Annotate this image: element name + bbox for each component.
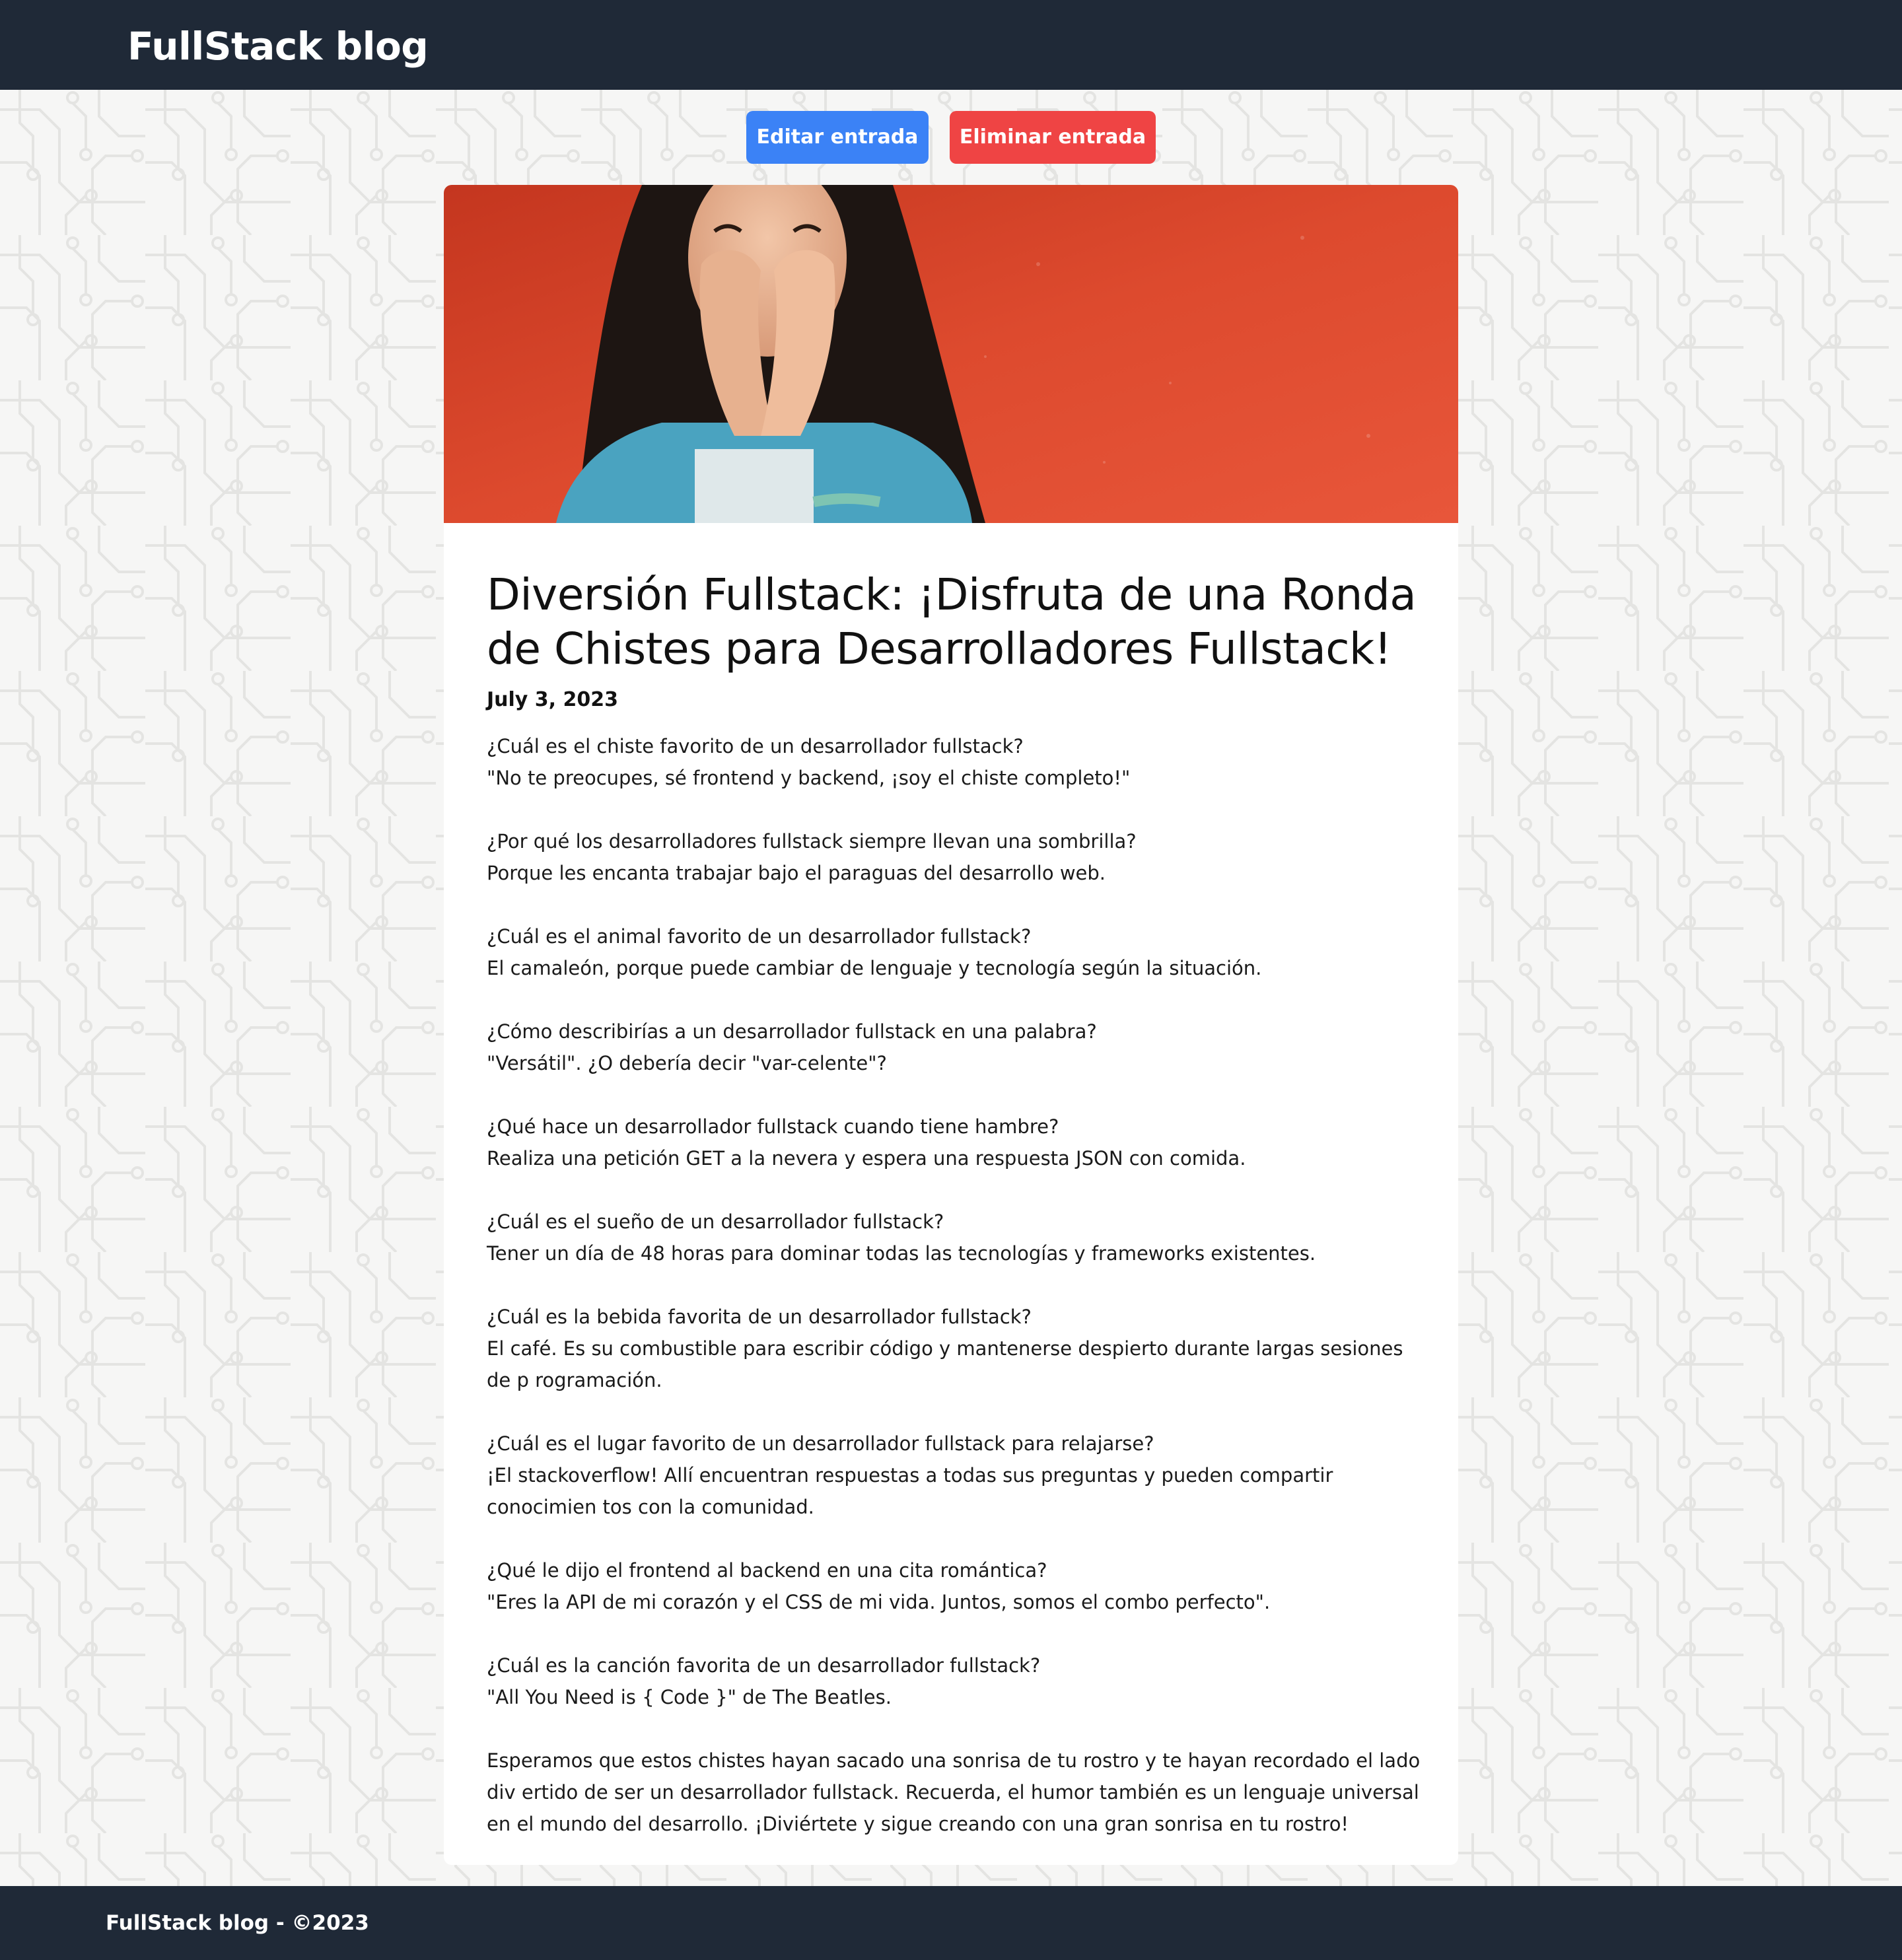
joke-item: ¿Cómo describirías a un desarrollador fu… <box>487 1016 1425 1079</box>
joke-answer: "No te preocupes, sé frontend y backend,… <box>487 767 1131 789</box>
joke-answer: "Versátil". ¿O debería decir "var-celent… <box>487 1052 887 1074</box>
post-actions: Editar entrada Eliminar entrada <box>0 111 1902 164</box>
joke-question: ¿Cuál es el chiste favorito de un desarr… <box>487 735 1024 757</box>
joke-answer: Tener un día de 48 horas para dominar to… <box>487 1242 1316 1265</box>
post-outro: Esperamos que estos chistes hayan sacado… <box>487 1749 1421 1835</box>
joke-answer: Porque les encanta trabajar bajo el para… <box>487 862 1106 884</box>
joke-item: ¿Cuál es la bebida favorita de un desarr… <box>487 1301 1425 1396</box>
top-navbar: FullStack blog <box>0 0 1902 90</box>
site-footer: FullStack blog - ©2023 <box>0 1886 1902 1960</box>
joke-question: ¿Cuál es el lugar favorito de un desarro… <box>487 1432 1154 1455</box>
post-body: ¿Cuál es el chiste favorito de un desarr… <box>487 730 1425 1840</box>
joke-question: ¿Qué le dijo el frontend al backend en u… <box>487 1559 1047 1582</box>
joke-item: ¿Cuál es el chiste favorito de un desarr… <box>487 730 1425 794</box>
joke-answer: "All You Need is { Code }" de The Beatle… <box>487 1686 892 1708</box>
joke-answer: Realiza una petición GET a la nevera y e… <box>487 1147 1246 1170</box>
site-brand-link[interactable]: FullStack blog <box>127 20 429 73</box>
joke-question: ¿Cómo describirías a un desarrollador fu… <box>487 1020 1097 1043</box>
post-title: Diversión Fullstack: ¡Disfruta de una Ro… <box>487 569 1417 674</box>
joke-question: ¿Cuál es el sueño de un desarrollador fu… <box>487 1210 944 1233</box>
post-date: July 3, 2023 <box>487 688 619 711</box>
joke-question: ¿Cuál es el animal favorito de un desarr… <box>487 925 1032 948</box>
joke-question: ¿Cuál es la bebida favorita de un desarr… <box>487 1306 1032 1328</box>
joke-answer: El camaleón, porque puede cambiar de len… <box>487 957 1262 979</box>
joke-item: ¿Cuál es el lugar favorito de un desarro… <box>487 1428 1425 1523</box>
edit-post-button[interactable]: Editar entrada <box>746 111 929 164</box>
joke-item: ¿Cuál es la canción favorita de un desar… <box>487 1650 1425 1713</box>
joke-item: ¿Por qué los desarrolladores fullstack s… <box>487 825 1425 889</box>
post-hero-image <box>444 185 1458 523</box>
joke-answer: "Eres la API de mi corazón y el CSS de m… <box>487 1591 1271 1613</box>
joke-question: ¿Qué hace un desarrollador fullstack cua… <box>487 1115 1059 1138</box>
joke-question: ¿Por qué los desarrolladores fullstack s… <box>487 830 1137 853</box>
joke-item: ¿Cuál es el sueño de un desarrollador fu… <box>487 1206 1425 1269</box>
joke-question: ¿Cuál es la canción favorita de un desar… <box>487 1654 1041 1677</box>
post-card: Diversión Fullstack: ¡Disfruta de una Ro… <box>444 185 1458 1865</box>
joke-item: ¿Cuál es el animal favorito de un desarr… <box>487 921 1425 984</box>
joke-answer: El café. Es su combustible para escribir… <box>487 1337 1403 1391</box>
joke-answer: ¡El stackoverflow! Allí encuentran respu… <box>487 1464 1333 1518</box>
footer-copyright: FullStack blog - ©2023 <box>106 1911 369 1935</box>
joke-item: ¿Qué le dijo el frontend al backend en u… <box>487 1555 1425 1618</box>
joke-item: ¿Qué hace un desarrollador fullstack cua… <box>487 1111 1425 1174</box>
delete-post-button[interactable]: Eliminar entrada <box>950 111 1156 164</box>
post-content: Diversión Fullstack: ¡Disfruta de una Ro… <box>487 568 1425 1840</box>
